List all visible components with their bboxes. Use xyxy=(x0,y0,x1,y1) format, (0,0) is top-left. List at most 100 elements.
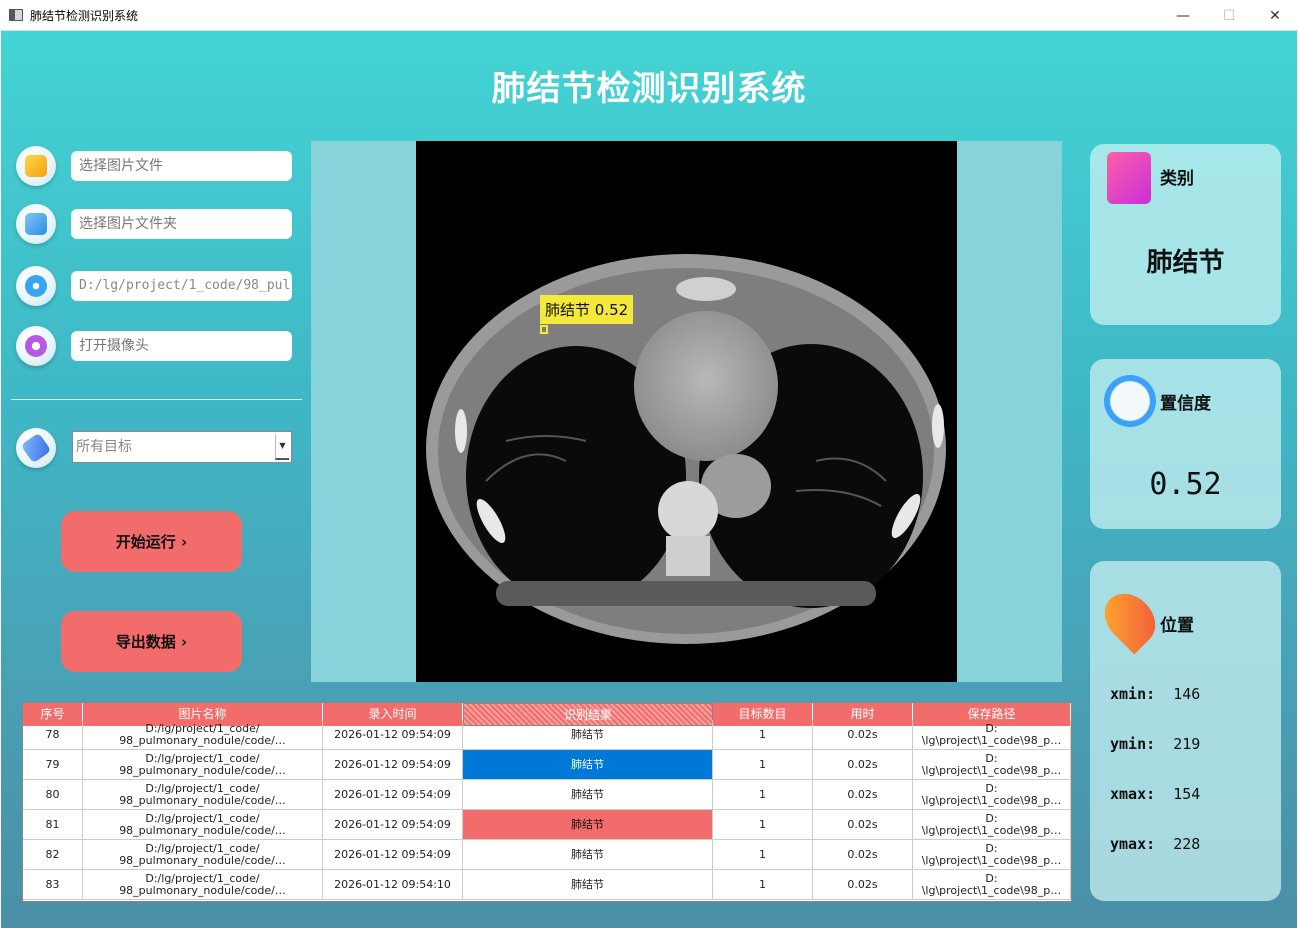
bookmark-star-icon xyxy=(1107,152,1151,204)
camera-row: 打开摄像头 xyxy=(16,326,292,366)
cell-count[interactable]: 1 xyxy=(713,720,813,749)
confidence-ring-icon xyxy=(1104,375,1156,427)
window-title: 肺结节检测识别系统 xyxy=(30,8,139,23)
cell-path[interactable]: D: \lg\project\1_code\98_p… xyxy=(913,750,1071,779)
cell-time[interactable]: 2026-01-12 09:54:09 xyxy=(323,840,463,869)
cell-count[interactable]: 1 xyxy=(713,810,813,839)
cell-id[interactable]: 78 xyxy=(23,720,83,749)
cell-result[interactable]: 肺结节 xyxy=(463,810,713,839)
table-row[interactable]: 81 D:/lg/project/1_code/98_pulmonary_nodu… xyxy=(23,810,1071,840)
table-body: 78 D:/lg/project/1_code/98_pulmonary_nodu… xyxy=(23,720,1071,900)
category-card: 类别 肺结节 xyxy=(1090,144,1281,325)
cell-image-name[interactable]: D:/lg/project/1_code/98_pulmonary_nodule… xyxy=(83,780,323,809)
confidence-title: 置信度 xyxy=(1160,394,1211,414)
cell-time[interactable]: 2026-01-12 09:54:09 xyxy=(323,750,463,779)
table-row[interactable]: 79 D:/lg/project/1_code/98_pulmonary_nodu… xyxy=(23,750,1071,780)
cell-id[interactable]: 80 xyxy=(23,780,83,809)
category-value: 肺结节 xyxy=(1146,248,1225,278)
chevron-down-icon[interactable]: ▼ xyxy=(275,434,289,460)
cell-path[interactable]: D: \lg\project\1_code\98_p… xyxy=(913,720,1071,749)
camera-input[interactable]: 打开摄像头 xyxy=(71,331,292,361)
image-viewer: 肺结节 0.52 xyxy=(311,141,1062,682)
cell-result[interactable]: 肺结节 xyxy=(463,750,713,779)
cell-result[interactable]: 肺结节 xyxy=(463,720,713,749)
cell-time[interactable]: 2026-01-12 09:54:10 xyxy=(323,870,463,899)
run-button[interactable]: 开始运行 › xyxy=(61,511,242,572)
camera-icon[interactable] xyxy=(16,326,56,366)
cell-cost[interactable]: 0.02s xyxy=(813,750,913,779)
cell-time[interactable]: 2026-01-12 09:54:09 xyxy=(323,720,463,749)
cell-image-name[interactable]: D:/lg/project/1_code/98_pulmonary_nodule… xyxy=(83,810,323,839)
table-row[interactable]: 80 D:/lg/project/1_code/98_pulmonary_nodu… xyxy=(23,780,1071,810)
target-row xyxy=(16,428,56,468)
ymin-value: 219 xyxy=(1173,735,1201,753)
cell-image-name[interactable]: D:/lg/project/1_code/98_pulmonary_nodule… xyxy=(83,720,323,749)
image-folder-row: 选择图片文件夹 xyxy=(16,204,292,244)
ct-scan-image: 肺结节 0.52 xyxy=(416,141,957,682)
page-title: 肺结节检测识别系统 xyxy=(491,69,807,109)
ymin-row: ymin: 219 xyxy=(1110,735,1201,753)
close-button[interactable]: ✕ xyxy=(1252,0,1298,31)
cell-image-name[interactable]: D:/lg/project/1_code/98_pulmonary_nodule… xyxy=(83,840,323,869)
video-icon[interactable] xyxy=(16,266,56,306)
export-button[interactable]: 导出数据 › xyxy=(61,611,242,672)
confidence-card: 置信度 0.52 xyxy=(1090,359,1281,529)
table-row[interactable]: 82 D:/lg/project/1_code/98_pulmonary_nodu… xyxy=(23,840,1071,870)
cell-id[interactable]: 81 xyxy=(23,810,83,839)
results-table[interactable]: 序号 图片名称 录入时间 识别结果 目标数目 用时 保存路径 78 D:/lg/p… xyxy=(22,702,1072,902)
detection-box xyxy=(540,325,548,334)
video-row: D:/lg/project/1_code/98_pul xyxy=(16,266,292,306)
image-folder-input[interactable]: 选择图片文件夹 xyxy=(71,209,292,239)
cell-path[interactable]: D: \lg\project\1_code\98_p… xyxy=(913,840,1071,869)
target-select-value: 所有目标 xyxy=(76,439,132,455)
cell-path[interactable]: D: \lg\project\1_code\98_p… xyxy=(913,870,1071,899)
cell-count[interactable]: 1 xyxy=(713,870,813,899)
cell-time[interactable]: 2026-01-12 09:54:09 xyxy=(323,810,463,839)
xmin-row: xmin: 146 xyxy=(1110,685,1201,703)
cell-count[interactable]: 1 xyxy=(713,780,813,809)
target-select[interactable]: 所有目标 ▼ xyxy=(72,431,292,463)
cell-image-name[interactable]: D:/lg/project/1_code/98_pulmonary_nodule… xyxy=(83,870,323,899)
minimize-button[interactable]: — xyxy=(1160,0,1206,31)
confidence-value: 0.52 xyxy=(1149,467,1222,502)
table-row[interactable]: 83 D:/lg/project/1_code/98_pulmonary_nodu… xyxy=(23,870,1071,900)
app-icon xyxy=(9,9,23,21)
position-title: 位置 xyxy=(1160,616,1194,636)
cell-time[interactable]: 2026-01-12 09:54:09 xyxy=(323,780,463,809)
cell-image-name[interactable]: D:/lg/project/1_code/98_pulmonary_nodule… xyxy=(83,750,323,779)
cell-count[interactable]: 1 xyxy=(713,840,813,869)
cell-result[interactable]: 肺结节 xyxy=(463,780,713,809)
divider xyxy=(11,399,302,400)
maximize-button[interactable]: ☐ xyxy=(1206,0,1252,31)
cell-cost[interactable]: 0.02s xyxy=(813,780,913,809)
xmin-value: 146 xyxy=(1173,685,1201,703)
cell-cost[interactable]: 0.02s xyxy=(813,840,913,869)
image-file-icon[interactable] xyxy=(16,146,56,186)
category-title: 类别 xyxy=(1160,169,1194,189)
cell-result[interactable]: 肺结节 xyxy=(463,870,713,899)
cell-cost[interactable]: 0.02s xyxy=(813,810,913,839)
cell-count[interactable]: 1 xyxy=(713,750,813,779)
image-folder-icon[interactable] xyxy=(16,204,56,244)
cell-cost[interactable]: 0.02s xyxy=(813,870,913,899)
image-file-input[interactable]: 选择图片文件 xyxy=(71,151,292,181)
cell-id[interactable]: 83 xyxy=(23,870,83,899)
table-row[interactable]: 78 D:/lg/project/1_code/98_pulmonary_nodu… xyxy=(23,720,1071,750)
tag-icon xyxy=(16,428,56,468)
ct-scan-drawing xyxy=(426,254,946,644)
cell-path[interactable]: D: \lg\project\1_code\98_p… xyxy=(913,780,1071,809)
cell-cost[interactable]: 0.02s xyxy=(813,720,913,749)
xmax-row: xmax: 154 xyxy=(1110,785,1201,803)
ymax-value: 228 xyxy=(1173,835,1201,853)
app-body: 肺结节检测识别系统 选择图片文件 选择图片文件夹 D:/lg/project/1… xyxy=(1,31,1297,928)
cell-id[interactable]: 82 xyxy=(23,840,83,869)
window-titlebar: 肺结节检测识别系统 — ☐ ✕ xyxy=(0,0,1298,31)
location-pin-icon xyxy=(1094,583,1166,655)
cell-result[interactable]: 肺结节 xyxy=(463,840,713,869)
cell-path[interactable]: D: \lg\project\1_code\98_p… xyxy=(913,810,1071,839)
position-card: 位置 xmin: 146 ymin: 219 xmax: 154 ymax: 2… xyxy=(1090,561,1281,901)
video-path-input[interactable]: D:/lg/project/1_code/98_pul xyxy=(71,271,292,301)
ymax-row: ymax: 228 xyxy=(1110,835,1201,853)
image-file-row: 选择图片文件 xyxy=(16,146,292,186)
cell-id[interactable]: 79 xyxy=(23,750,83,779)
